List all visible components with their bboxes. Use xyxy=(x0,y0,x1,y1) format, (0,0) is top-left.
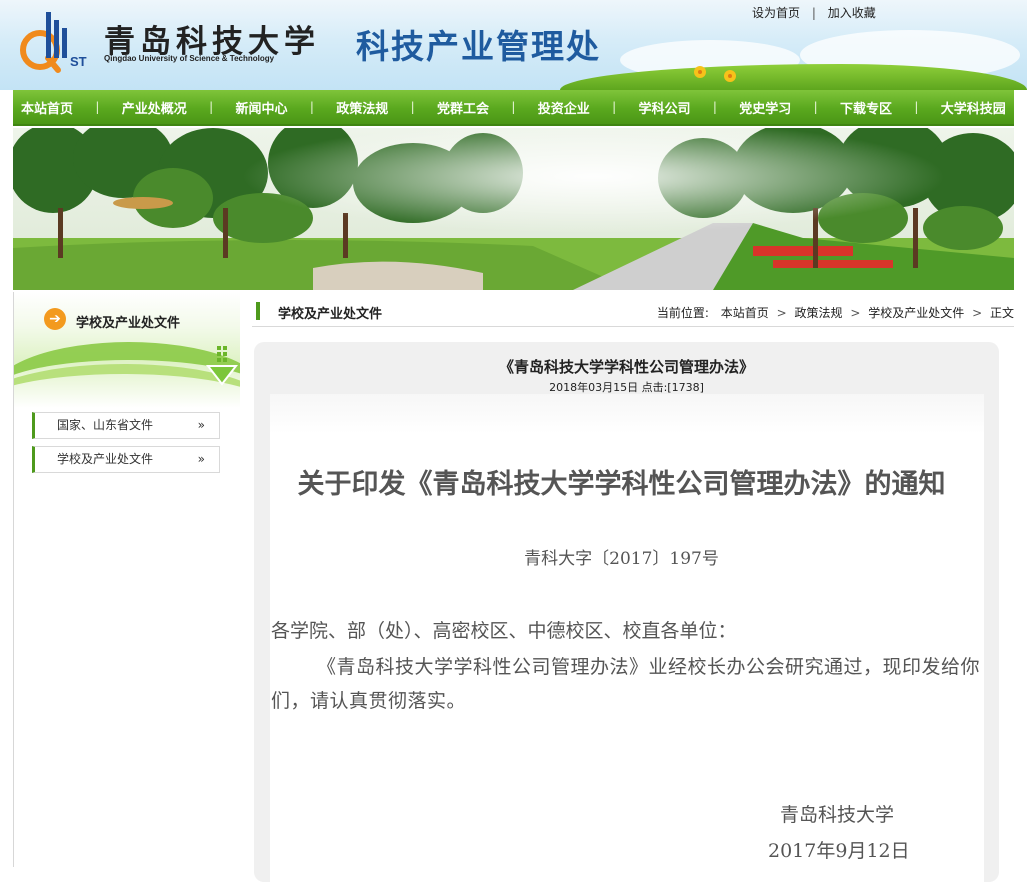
add-favorite-link[interactable]: 加入收藏 xyxy=(828,6,876,20)
sidebar-header: ➔ 学校及产业处文件 xyxy=(14,292,240,408)
nav-item-home[interactable]: 本站首页 xyxy=(21,98,73,117)
breadcrumb-home-link[interactable]: 本站首页 xyxy=(721,306,769,320)
nav-item-invested-companies[interactable]: 投资企业 xyxy=(538,98,590,117)
section-header: 学校及产业处文件 当前位置: 本站首页 > 政策法规 > 学校及产业处文件 > … xyxy=(252,298,1014,327)
nav-item-downloads[interactable]: 下载专区 xyxy=(840,98,892,117)
set-homepage-link[interactable]: 设为首页 xyxy=(752,6,800,20)
nav-item-party-history[interactable]: 党史学习 xyxy=(739,98,791,117)
breadcrumb-section-link[interactable]: 学校及产业处文件 xyxy=(868,306,964,320)
breadcrumb-separator: > xyxy=(776,306,787,320)
breadcrumb-policy-link[interactable]: 政策法规 xyxy=(795,306,843,320)
breadcrumb-prefix: 当前位置: xyxy=(656,306,709,320)
top-links: 设为首页 | 加入收藏 xyxy=(752,4,876,21)
nav-separator: | xyxy=(712,100,717,114)
arrow-right-circle-icon: ➔ xyxy=(44,308,66,330)
top-link-separator: | xyxy=(811,6,816,20)
left-sidebar: ➔ 学校及产业处文件 国家、山东省文件 » 学校及产业处文件 » xyxy=(13,292,241,867)
nav-separator: | xyxy=(511,100,516,114)
sidebar-item-label: 学校及产业处文件 xyxy=(57,452,154,466)
breadcrumb-separator: > xyxy=(850,306,861,320)
main-content: 学校及产业处文件 当前位置: 本站首页 > 政策法规 > 学校及产业处文件 > … xyxy=(240,292,1027,894)
nav-separator: | xyxy=(309,100,314,114)
header-flowers xyxy=(694,66,736,82)
nav-separator: | xyxy=(612,100,617,114)
site-header: ST 青岛科技大学 Qingdao University of Science … xyxy=(0,0,1027,90)
article-meta: 2018年03月15日 点击:[1738] xyxy=(549,381,704,394)
notice-signature-org: 青岛科技大学 xyxy=(780,804,895,826)
nav-separator: | xyxy=(813,100,818,114)
notice-salutation: 各学院、部（处）、高密校区、中德校区、校直各单位： xyxy=(271,620,737,642)
nav-separator: | xyxy=(95,100,100,114)
campus-banner-image xyxy=(13,128,1014,290)
nav-separator: | xyxy=(914,100,919,114)
nav-item-discipline-companies[interactable]: 学科公司 xyxy=(639,98,691,117)
main-nav: 本站首页 | 产业处概况 | 新闻中心 | 政策法规 | 党群工会 | 投资企业… xyxy=(13,90,1014,126)
school-name-en: Qingdao University of Science & Technolo… xyxy=(104,54,275,63)
notice-title: 关于印发《青岛科技大学学科性公司管理办法》的通知 xyxy=(297,469,946,500)
sidebar-item-national-provincial-docs[interactable]: 国家、山东省文件 » xyxy=(32,412,220,439)
article-title: 《青岛科技大学学科性公司管理办法》 xyxy=(498,358,754,376)
nav-item-overview[interactable]: 产业处概况 xyxy=(122,98,187,117)
svg-text:ST: ST xyxy=(70,54,87,69)
double-chevron-right-icon: » xyxy=(197,418,205,432)
breadcrumb-current: 正文 xyxy=(989,306,1014,320)
down-arrow-icon xyxy=(206,346,238,386)
breadcrumb: 当前位置: 本站首页 > 政策法规 > 学校及产业处文件 > 正文 xyxy=(657,304,1014,321)
nav-separator: | xyxy=(410,100,415,114)
sidebar-item-school-docs[interactable]: 学校及产业处文件 » xyxy=(32,446,220,473)
notice-document-number: 青科大字〔2017〕197号 xyxy=(524,549,719,569)
sidebar-item-label: 国家、山东省文件 xyxy=(57,418,154,432)
double-chevron-right-icon: » xyxy=(197,452,205,466)
nav-item-news[interactable]: 新闻中心 xyxy=(236,98,288,117)
department-title: 科技产业管理处 xyxy=(356,27,601,66)
notice-signature-date: 2017年9月12日 xyxy=(768,840,910,862)
notice-body: 《青岛科技大学学科性公司管理办法》业经校长办公会研究通过，现印发给你们，请认真贯… xyxy=(271,656,981,712)
section-title: 学校及产业处文件 xyxy=(278,307,383,322)
nav-item-party-union[interactable]: 党群工会 xyxy=(437,98,489,117)
nav-item-science-park[interactable]: 大学科技园 xyxy=(941,98,1006,117)
university-logo-icon[interactable]: ST xyxy=(18,6,90,78)
nav-separator: | xyxy=(209,100,214,114)
section-marker xyxy=(256,302,260,320)
nav-item-policy[interactable]: 政策法规 xyxy=(336,98,388,117)
breadcrumb-separator: > xyxy=(972,306,983,320)
sidebar-title: 学校及产业处文件 xyxy=(76,316,181,331)
